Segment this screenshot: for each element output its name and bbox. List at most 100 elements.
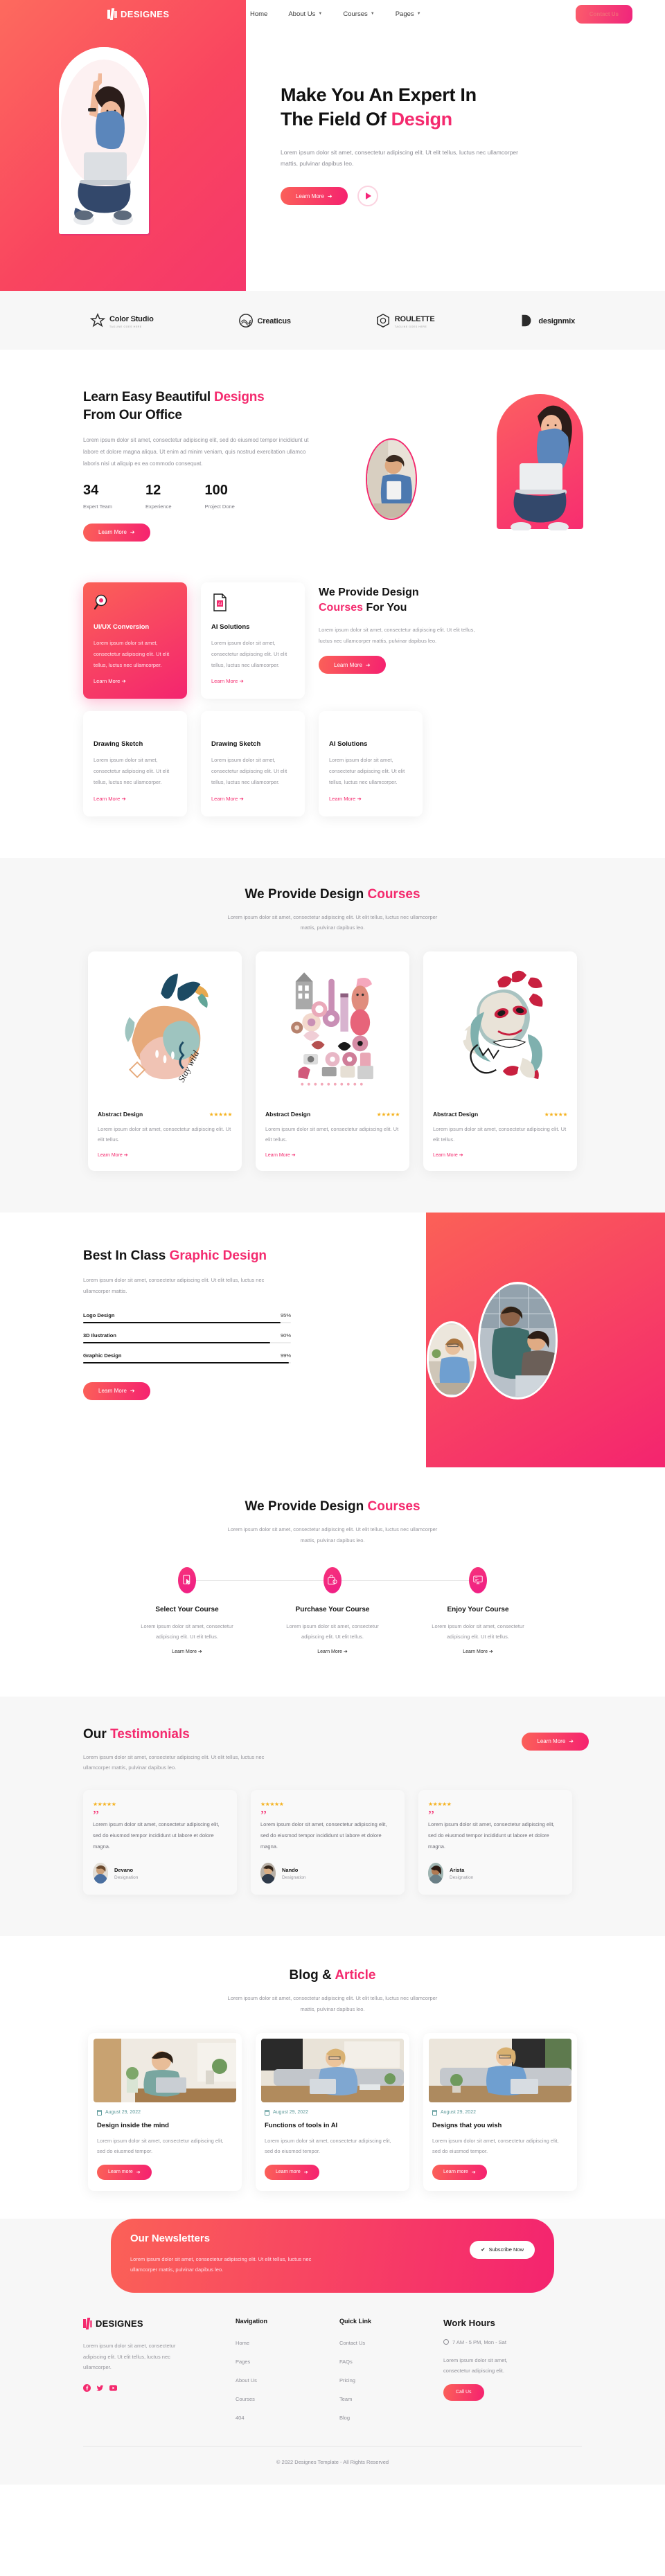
contact-us-button[interactable]: Contact Us xyxy=(575,4,632,24)
footer-link-team[interactable]: Team xyxy=(339,2396,352,2402)
link-label: Learn More xyxy=(94,678,121,685)
footer-logo[interactable]: DESIGNES xyxy=(83,2317,236,2329)
feature-learn-more-link[interactable]: Learn More ➔ xyxy=(211,678,244,684)
partner-tagline: TAGLINE GOES HERE xyxy=(109,325,142,329)
feature-learn-more-link[interactable]: Learn More ➔ xyxy=(94,678,126,684)
footer-link-faqs[interactable]: FAQs xyxy=(339,2359,353,2365)
blog-card[interactable]: August 29, 2022 Functions of tools in AI… xyxy=(256,2032,409,2191)
skill-value: 99% xyxy=(280,1352,291,1359)
feature-title: UI/UX Conversion xyxy=(94,623,150,631)
arrow-right-icon: ➔ xyxy=(569,1738,574,1744)
feature-title: AI Solutions xyxy=(211,623,250,631)
testimonial-card: ★★★★★ ” Lorem ipsum dolor sit amet, cons… xyxy=(418,1790,572,1895)
blog-title: Blog & Article xyxy=(69,1968,596,1983)
feature-card-drawing-sketch-2[interactable]: Drawing Sketch Lorem ipsum dolor sit ame… xyxy=(201,711,305,816)
twitter-icon[interactable] xyxy=(96,2384,104,2392)
step-learn-more-link[interactable]: Learn More ➔ xyxy=(317,1649,348,1654)
nav-links: Home About Us ▼ Courses ▼ Pages ▼ xyxy=(250,10,421,18)
course-card[interactable]: Abstract Design ★★★★★ Lorem ipsum dolor … xyxy=(256,951,409,1171)
call-us-button[interactable]: Call Us xyxy=(443,2383,484,2401)
facebook-icon[interactable] xyxy=(83,2384,91,2392)
step-learn-more-link[interactable]: Learn More ➔ xyxy=(172,1649,202,1654)
features-section: UI/UX Conversion Lorem ipsum dolor sit a… xyxy=(0,582,665,858)
calendar-icon xyxy=(432,2109,437,2116)
testimonials-header: Our Testimonials Lorem ipsum dolor sit a… xyxy=(69,1727,596,1774)
testimonials-title-highlight: Testimonials xyxy=(110,1726,190,1742)
feature-learn-more-link[interactable]: Learn More ➔ xyxy=(211,796,244,802)
avatar xyxy=(260,1863,276,1884)
feature-card-drawing-sketch-1[interactable]: Drawing Sketch Lorem ipsum dolor sit ame… xyxy=(83,711,187,816)
feature-card-uiux-wrap: UI/UX Conversion Lorem ipsum dolor sit a… xyxy=(83,582,187,699)
footer-link-pricing[interactable]: Pricing xyxy=(339,2377,355,2383)
hero-title-highlight: Design xyxy=(391,109,453,130)
course-card[interactable]: Abstract Design ★★★★★ Lorem ipsum dolor … xyxy=(423,951,577,1171)
course-learn-more-link[interactable]: Learn More ➔ xyxy=(433,1152,463,1158)
course-learn-more-link[interactable]: Learn More ➔ xyxy=(98,1152,128,1158)
feature-learn-more-link[interactable]: Learn More ➔ xyxy=(329,796,362,802)
course-learn-more-link[interactable]: Learn More ➔ xyxy=(265,1152,296,1158)
step-select-your-course[interactable]: Select Your Course Lorem ipsum dolor sit… xyxy=(114,1566,260,1656)
subscribe-now-button[interactable]: ✔ Subscribe Now xyxy=(470,2240,535,2259)
link-label: Learn More xyxy=(463,1649,488,1654)
blog-learn-more-button[interactable]: Learn more ➔ xyxy=(265,2164,319,2180)
link-label: Learn More xyxy=(98,1153,123,1158)
blog-card[interactable]: August 29, 2022 Designs that you wish Lo… xyxy=(423,2032,577,2191)
step-purchase-your-course[interactable]: Purchase Your Course Lorem ipsum dolor s… xyxy=(260,1566,405,1656)
footer-link-about-us[interactable]: About Us xyxy=(236,2377,257,2383)
button-label: Learn more xyxy=(108,2170,133,2175)
blog-card[interactable]: August 29, 2022 Design inside the mind L… xyxy=(88,2032,242,2191)
skill-value: 90% xyxy=(280,1332,291,1339)
side-title-line2: For You xyxy=(363,602,407,614)
brand-name: DESIGNES xyxy=(96,2318,143,2329)
play-video-button[interactable] xyxy=(357,186,378,207)
partner-color-studio[interactable]: Color Studio TAGLINE GOES HERE xyxy=(90,312,154,328)
blog-learn-more-button[interactable]: Learn more ➔ xyxy=(97,2164,152,2180)
svg-text:AI: AI xyxy=(218,602,222,607)
partner-creaticus[interactable]: Creaticus xyxy=(238,313,291,328)
clock-icon xyxy=(443,2339,449,2345)
footer-link-contact-us[interactable]: Contact Us xyxy=(339,2340,365,2346)
footer-link-home[interactable]: Home xyxy=(236,2340,249,2346)
ai-file-icon: AI xyxy=(213,593,227,611)
partner-roulette[interactable]: ROULETTE TAGLINE GOES HERE xyxy=(375,312,435,328)
blog-date: August 29, 2022 xyxy=(97,2109,233,2116)
feature-card-ai-solutions[interactable]: AI AI Solutions Lorem ipsum dolor sit am… xyxy=(201,582,305,699)
features-learn-more-button[interactable]: Learn More ➔ xyxy=(319,656,386,674)
nav-item-about-us[interactable]: About Us ▼ xyxy=(288,10,322,18)
about-learn-more-button[interactable]: Learn More ➔ xyxy=(83,523,150,542)
youtube-icon[interactable] xyxy=(109,2384,117,2392)
skills-learn-more-button[interactable]: Learn More ➔ xyxy=(83,1381,150,1400)
blog-learn-more-button[interactable]: Learn more ➔ xyxy=(432,2164,487,2180)
testimonial-designation: Designation xyxy=(114,1875,139,1880)
hero-learn-more-button[interactable]: Learn More ➔ xyxy=(281,187,348,206)
arrow-right-icon: ➔ xyxy=(471,2170,476,2175)
testimonials-learn-more-button[interactable]: Learn More ➔ xyxy=(522,1732,589,1751)
hexagon-icon xyxy=(376,313,389,328)
course-text: Lorem ipsum dolor sit amet, consectetur … xyxy=(433,1126,567,1143)
nav-item-pages[interactable]: Pages ▼ xyxy=(396,10,421,18)
feature-card-ai-solutions-2[interactable]: AI Solutions Lorem ipsum dolor sit amet,… xyxy=(319,711,423,816)
footer-link-blog[interactable]: Blog xyxy=(339,2415,350,2421)
feature-card-uiux[interactable]: UI/UX Conversion Lorem ipsum dolor sit a… xyxy=(83,582,187,699)
brand-logo[interactable]: DESIGNES xyxy=(24,8,211,20)
nav-item-courses[interactable]: Courses ▼ xyxy=(343,10,374,18)
nav-item-home[interactable]: Home xyxy=(250,10,267,18)
footer-link-pages[interactable]: Pages xyxy=(236,2359,250,2365)
footer-navigation-column: Navigation Home Pages About Us Courses 4… xyxy=(236,2318,339,2429)
nav-label: Courses xyxy=(343,10,368,18)
step-enjoy-your-course[interactable]: Enjoy Your Course Lorem ipsum dolor sit … xyxy=(405,1566,551,1656)
step-learn-more-link[interactable]: Learn More ➔ xyxy=(463,1649,493,1654)
course-card[interactable]: Stay wild Abstract Design ★★★★★ Lorem ip… xyxy=(88,951,242,1171)
button-label: Learn more xyxy=(443,2170,468,2175)
courses-title-plain: We Provide Design xyxy=(245,886,368,902)
arrow-right-icon: ➔ xyxy=(303,2170,308,2175)
chevron-down-icon: ▼ xyxy=(370,12,375,16)
testimonials-grid: ★★★★★ ” Lorem ipsum dolor sit amet, cons… xyxy=(69,1790,596,1895)
footer-link-courses[interactable]: Courses xyxy=(236,2396,255,2402)
partner-tagline: TAGLINE GOES HERE xyxy=(394,325,427,329)
skills-text: Lorem ipsum dolor sit amet, consectetur … xyxy=(83,1277,265,1294)
partner-designmix[interactable]: designmix xyxy=(519,313,575,328)
feature-learn-more-link[interactable]: Learn More ➔ xyxy=(94,796,126,802)
course-artwork-mask xyxy=(423,951,577,1104)
footer-link-404[interactable]: 404 xyxy=(236,2415,245,2421)
